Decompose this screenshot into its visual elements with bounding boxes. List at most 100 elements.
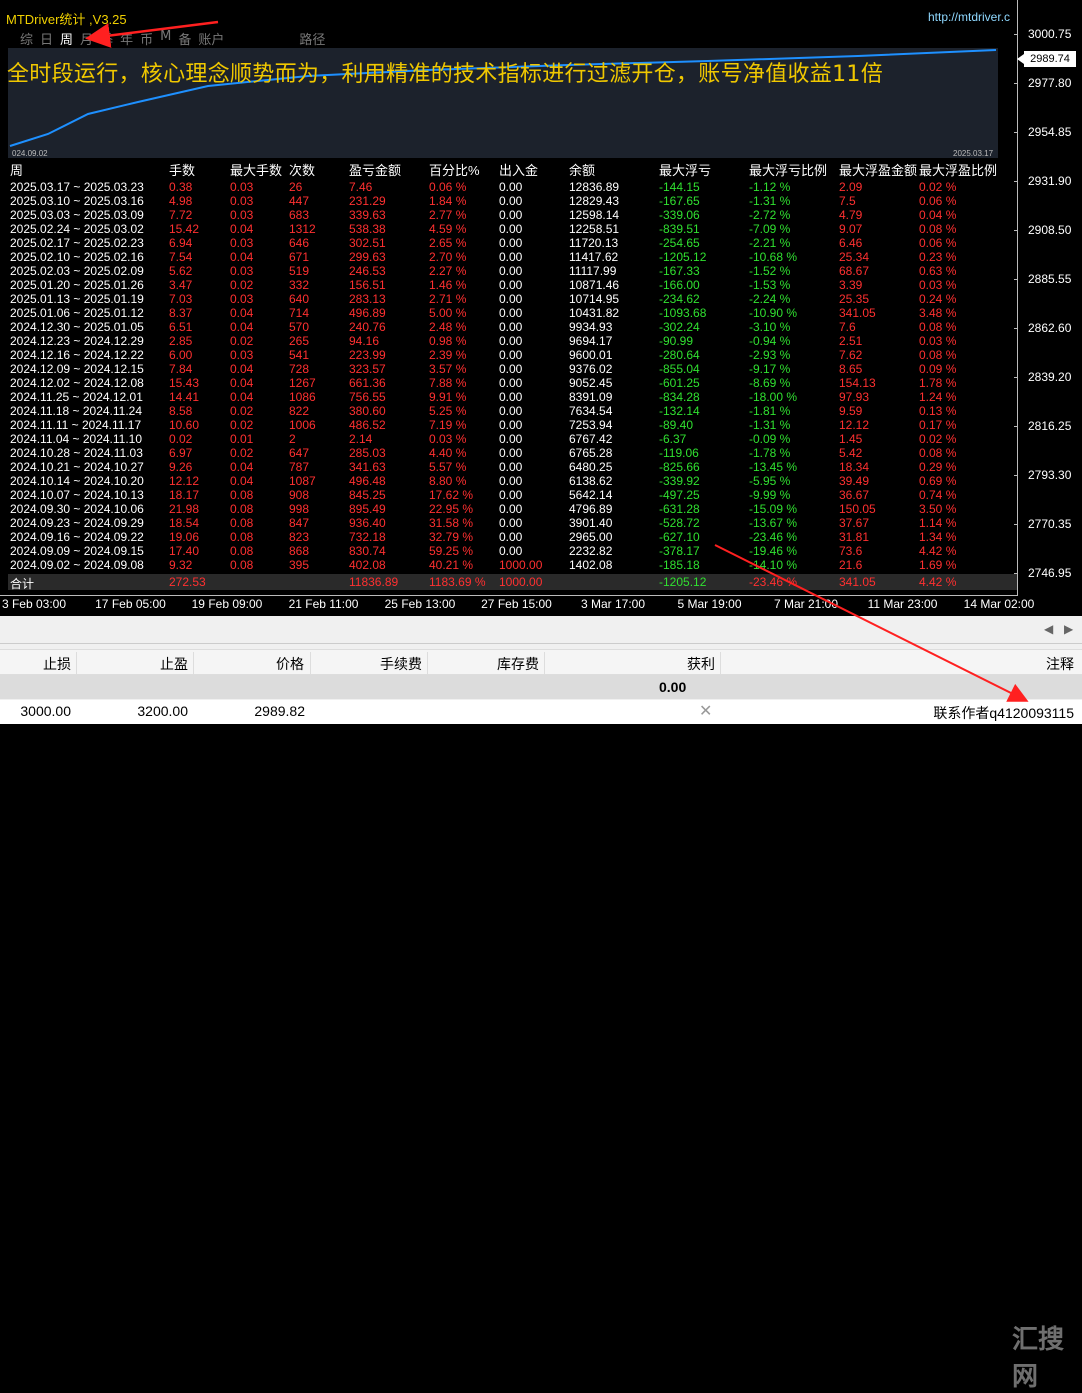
table-cell: -185.18 xyxy=(659,558,700,572)
table-cell: -5.95 % xyxy=(749,474,791,488)
table-cell: 31.58 % xyxy=(429,516,474,530)
tab-8[interactable]: 备 xyxy=(178,29,191,48)
tab-6[interactable]: 币 xyxy=(140,29,153,48)
tab-0[interactable]: 综 xyxy=(20,29,33,48)
table-cell: 5.57 % xyxy=(429,460,467,474)
table-cell: 2025.03.17 ~ 2025.03.23 xyxy=(10,180,144,194)
table-cell: 0.38 xyxy=(169,180,193,194)
tab-7[interactable]: M xyxy=(160,29,171,48)
col-sl[interactable]: 止损 xyxy=(0,654,71,674)
table-cell: -1093.68 xyxy=(659,306,707,320)
table-cell: 728 xyxy=(289,362,310,376)
watermark-logo: 汇搜网 xyxy=(1012,1324,1065,1391)
table-header-cell: 出入金 xyxy=(499,163,539,178)
table-row: 2024.09.30 ~ 2024.10.06 21.98 0.08 998 895.4… xyxy=(8,502,1017,516)
panel-scrollbar[interactable]: ◀ ▶ xyxy=(0,616,1082,644)
table-cell: 6.97 xyxy=(169,446,193,460)
table-row: 2024.10.07 ~ 2024.10.13 18.17 0.08 908 845.2… xyxy=(8,488,1017,502)
time-tick-label: 19 Feb 09:00 xyxy=(191,597,263,611)
table-cell: 2.77 % xyxy=(429,208,467,222)
chart-plot-area[interactable]: 024.09.02 2025.03.17 MTDriver统计 ,V3.25 h… xyxy=(0,0,1018,596)
table-cell: 2024.10.21 ~ 2024.10.27 xyxy=(10,460,144,474)
table-cell: -166.00 xyxy=(659,278,700,292)
table-header-cell: 最大浮盈金额 xyxy=(839,163,918,178)
table-cell: -254.65 xyxy=(659,236,700,250)
table-cell: 0.09 % xyxy=(919,362,957,376)
table-cell: 2024.12.23 ~ 2024.12.29 xyxy=(10,334,144,348)
table-cell: 0.04 xyxy=(230,460,254,474)
table-cell: -497.25 xyxy=(659,488,700,502)
table-header-cell: 最大手数 xyxy=(230,163,283,178)
tab-9[interactable]: 账户 xyxy=(198,29,224,48)
chart-window[interactable]: 024.09.02 2025.03.17 MTDriver统计 ,V3.25 h… xyxy=(0,0,1082,616)
table-cell: 21.6 xyxy=(839,558,863,572)
total-max-fp-pct: 4.42 % xyxy=(919,575,957,589)
order-row[interactable]: 3000.00 3200.00 2989.82 ✕ 联系作者q412009311… xyxy=(0,700,1082,724)
current-price-label: 2989.74 xyxy=(1024,51,1076,67)
table-cell: 12.12 xyxy=(169,474,200,488)
scroll-left-icon[interactable]: ◀ xyxy=(1044,622,1053,636)
col-commission[interactable]: 手续费 xyxy=(312,654,422,674)
table-cell: 0.04 xyxy=(230,474,254,488)
tab-4[interactable]: 季 xyxy=(100,29,113,48)
table-cell: 8.80 % xyxy=(429,474,467,488)
total-row: 合计 272.53 11836.89 1183.69 % 1000.00 -12… xyxy=(8,574,1017,591)
table-cell: 22.95 % xyxy=(429,502,474,516)
col-tp[interactable]: 止盈 xyxy=(80,654,188,674)
app-url-link[interactable]: http://mtdriver.c xyxy=(928,10,1010,24)
table-cell: -1.53 % xyxy=(749,278,791,292)
table-cell: 0.03 xyxy=(230,194,254,208)
table-cell: 0.74 % xyxy=(919,488,957,502)
table-cell: 0.04 xyxy=(230,250,254,264)
table-cell: 2 xyxy=(289,432,296,446)
table-cell: 0.08 xyxy=(230,502,254,516)
tab-3[interactable]: 月 xyxy=(80,29,93,48)
col-price[interactable]: 价格 xyxy=(196,654,304,674)
col-swap[interactable]: 库存费 xyxy=(430,654,539,674)
table-cell: 3.39 xyxy=(839,278,863,292)
table-cell: 19.06 xyxy=(169,530,200,544)
close-order-icon[interactable]: ✕ xyxy=(699,701,712,721)
table-cell: -1.31 % xyxy=(749,418,791,432)
table-cell: 2025.02.17 ~ 2025.02.23 xyxy=(10,236,144,250)
tab-10[interactable]: 路径 xyxy=(299,29,325,48)
table-cell: 285.03 xyxy=(349,446,386,460)
table-cell: 0.00 xyxy=(499,362,523,376)
table-cell: 26 xyxy=(289,180,303,194)
table-cell: 0.02 % xyxy=(919,180,957,194)
price-tick-label: 2770.35 xyxy=(1028,517,1072,531)
table-cell: 4.40 % xyxy=(429,446,467,460)
table-cell: 1.34 % xyxy=(919,530,957,544)
table-cell: 7.6 xyxy=(839,320,856,334)
col-comment[interactable]: 注释 xyxy=(724,654,1074,674)
time-tick-label: 25 Feb 13:00 xyxy=(384,597,456,611)
scroll-right-icon[interactable]: ▶ xyxy=(1064,622,1073,636)
table-cell: 0.08 % xyxy=(919,222,957,236)
table-cell: 17.40 xyxy=(169,544,200,558)
tab-2[interactable]: 周 xyxy=(60,29,73,48)
table-cell: -10.90 % xyxy=(749,306,798,320)
table-cell: -1.52 % xyxy=(749,264,791,278)
table-cell: -631.28 xyxy=(659,502,700,516)
table-cell: 0.24 % xyxy=(919,292,957,306)
table-cell: -14.10 % xyxy=(749,558,798,572)
table-cell: 0.04 xyxy=(230,390,254,404)
table-cell: 787 xyxy=(289,460,310,474)
table-cell: 732.18 xyxy=(349,530,386,544)
table-cell: 9.32 xyxy=(169,558,193,572)
table-cell: 156.51 xyxy=(349,278,386,292)
tab-5[interactable]: 年 xyxy=(120,29,133,48)
table-cell: 12829.43 xyxy=(569,194,620,208)
table-cell: -302.24 xyxy=(659,320,700,334)
table-row: 2025.02.17 ~ 2025.02.23 6.94 0.03 646 302.51… xyxy=(8,236,1017,250)
col-profit[interactable]: 获利 xyxy=(548,654,715,674)
table-cell: 1006 xyxy=(289,418,316,432)
table-cell: 15.42 xyxy=(169,222,200,236)
tab-1[interactable]: 日 xyxy=(40,29,53,48)
table-cell: 447 xyxy=(289,194,310,208)
table-cell: 0.00 xyxy=(499,292,523,306)
table-cell: 661.36 xyxy=(349,376,386,390)
table-cell: 0.00 xyxy=(499,376,523,390)
table-cell: 868 xyxy=(289,544,310,558)
table-cell: 2.48 % xyxy=(429,320,467,334)
